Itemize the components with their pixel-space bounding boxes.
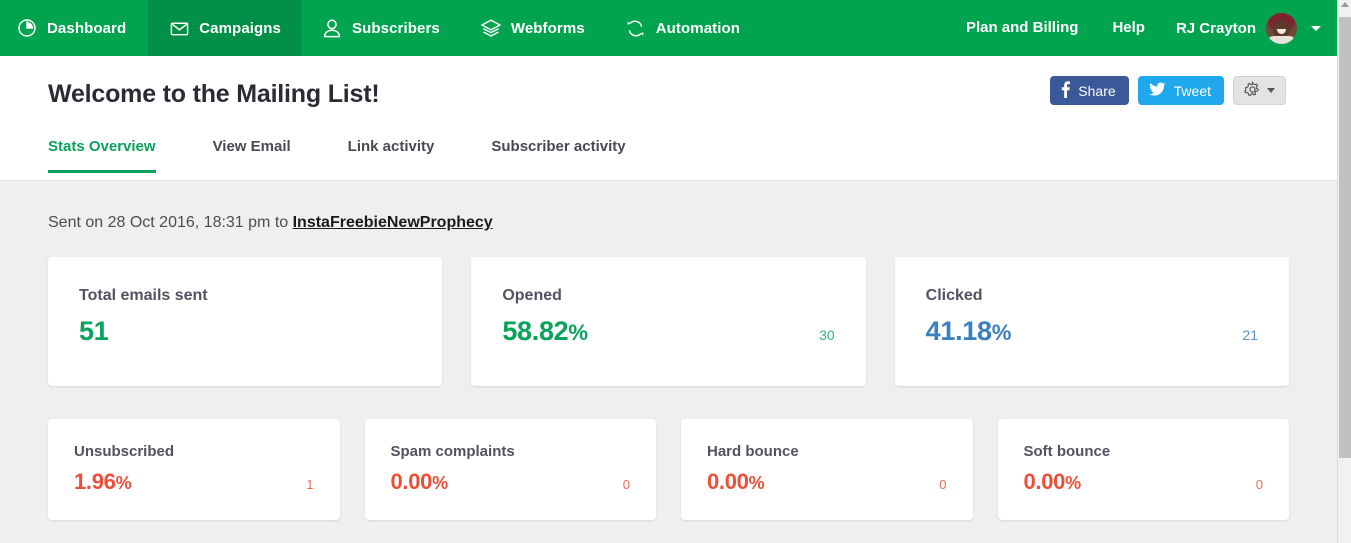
stat-value-row: 1.96% 1 — [74, 471, 314, 493]
nav-item-dashboard[interactable]: Dashboard — [0, 0, 148, 56]
primary-nav-group: Dashboard Campaigns Subscribers Webforms… — [0, 0, 760, 56]
tab-link-activity[interactable]: Link activity — [348, 128, 435, 173]
secondary-stats-row: Unsubscribed 1.96% 1 Spam complaints 0.0… — [48, 419, 1289, 520]
share-actions: Share Tweet — [1050, 76, 1286, 105]
page-viewport: Dashboard Campaigns Subscribers Webforms… — [0, 0, 1337, 543]
stat-number: 0.00 — [1023, 469, 1066, 494]
layers-icon — [480, 17, 502, 39]
stat-value: 51 — [79, 316, 109, 346]
stat-count: 1 — [306, 477, 314, 492]
stat-value-row: 0.00% 0 — [391, 471, 631, 493]
page-title: Welcome to the Mailing List! — [48, 80, 380, 108]
stat-number: 1.96 — [74, 469, 116, 494]
nav-label-campaigns: Campaigns — [199, 19, 282, 37]
stat-card-spam-complaints: Spam complaints 0.00% 0 — [364, 419, 656, 520]
stat-value-row: 41.18% 21 — [926, 318, 1258, 345]
nav-label-automation: Automation — [655, 19, 741, 37]
stat-percent-sign: % — [115, 473, 132, 493]
vertical-scroll-thumb[interactable] — [1339, 17, 1351, 458]
stat-number: 0.00 — [707, 469, 749, 494]
stat-card-clicked: Clicked 41.18% 21 — [894, 257, 1289, 386]
stat-percent-sign: % — [1065, 473, 1081, 493]
stat-percent-sign: % — [568, 320, 588, 345]
nav-label-dashboard: Dashboard — [47, 19, 127, 37]
tab-bar: Stats Overview View Email Link activity … — [48, 128, 683, 173]
stat-number: 0.00 — [390, 469, 433, 494]
mailing-list-link[interactable]: InstaFreebieNewProphecy — [293, 214, 493, 231]
stat-card-total-emails-sent: Total emails sent 51 — [48, 257, 443, 386]
twitter-tweet-button[interactable]: Tweet — [1137, 76, 1224, 105]
stat-card-hard-bounce: Hard bounce 0.00% 0 — [681, 419, 973, 520]
tab-subscriber-activity[interactable]: Subscriber activity — [491, 128, 625, 173]
facebook-share-button[interactable]: Share — [1050, 76, 1129, 105]
stat-number: 51 — [79, 316, 109, 346]
sent-info-line: Sent on 28 Oct 2016, 18:31 pm to InstaFr… — [48, 181, 1289, 232]
vertical-scrollbar[interactable] — [1337, 0, 1351, 543]
stat-value: 58.82% — [502, 316, 588, 346]
envelope-icon — [168, 17, 190, 39]
facebook-icon — [1061, 80, 1071, 101]
twitter-icon — [1148, 82, 1166, 99]
stat-count: 30 — [819, 327, 835, 343]
stat-value-row: 0.00% 0 — [707, 471, 947, 493]
stat-card-unsubscribed: Unsubscribed 1.96% 1 — [48, 419, 340, 520]
stat-number: 58.82 — [502, 316, 569, 346]
stat-label: Clicked — [925, 287, 983, 304]
stat-label: Soft bounce — [1023, 443, 1111, 460]
chevron-down-icon[interactable] — [1311, 25, 1321, 31]
stat-number: 41.18 — [925, 316, 992, 346]
twitter-tweet-label: Tweet — [1173, 82, 1211, 99]
stat-percent-sign: % — [432, 473, 448, 493]
facebook-share-label: Share — [1078, 82, 1116, 99]
stat-percent-sign: % — [991, 320, 1012, 345]
stat-count: 0 — [622, 477, 630, 492]
primary-stats-row: Total emails sent 51 Opened 58.82% 30 Cl… — [48, 257, 1289, 386]
tab-stats-overview[interactable]: Stats Overview — [48, 128, 156, 173]
stat-count: 0 — [1255, 477, 1263, 492]
stat-card-soft-bounce: Soft bounce 0.00% 0 — [997, 419, 1289, 520]
stat-value: 41.18% — [925, 316, 1012, 346]
secondary-nav-group: Plan and Billing Help RJ Crayton — [949, 0, 1337, 56]
nav-item-help[interactable]: Help — [1095, 0, 1162, 56]
nav-item-campaigns[interactable]: Campaigns — [148, 0, 302, 56]
caret-down-icon — [1267, 88, 1275, 93]
stat-label: Opened — [502, 287, 562, 304]
stat-percent-sign: % — [748, 473, 765, 493]
stat-label: Unsubscribed — [74, 443, 175, 460]
stat-value: 0.00% — [390, 469, 449, 494]
tab-view-email[interactable]: View Email — [213, 128, 291, 173]
stat-label: Spam complaints — [390, 443, 515, 460]
nav-item-automation[interactable]: Automation — [605, 0, 760, 56]
stat-value: 0.00% — [1023, 469, 1082, 494]
stat-card-opened: Opened 58.82% 30 — [471, 257, 866, 386]
main-content: Sent on 28 Oct 2016, 18:31 pm to InstaFr… — [0, 181, 1337, 520]
gear-icon — [1243, 80, 1261, 101]
pie-clock-icon — [16, 17, 38, 39]
nav-item-webforms[interactable]: Webforms — [460, 0, 605, 56]
stat-value-row: 51 — [79, 318, 411, 345]
stat-value: 0.00% — [707, 469, 765, 494]
stat-label: Hard bounce — [707, 443, 799, 460]
nav-label-subscribers: Subscribers — [352, 19, 440, 37]
stat-value-row: 58.82% 30 — [502, 318, 834, 345]
scroll-up-arrow-icon[interactable] — [1341, 2, 1349, 7]
stat-count: 21 — [1242, 327, 1258, 343]
stat-value-row: 0.00% 0 — [1024, 471, 1264, 493]
nav-item-plan-and-billing[interactable]: Plan and Billing — [949, 0, 1096, 56]
nav-item-subscribers[interactable]: Subscribers — [301, 0, 460, 56]
sync-icon — [625, 17, 647, 39]
settings-dropdown-button[interactable] — [1233, 76, 1286, 105]
stat-count: 0 — [939, 477, 947, 492]
top-navigation-bar: Dashboard Campaigns Subscribers Webforms… — [0, 0, 1337, 56]
sent-info-prefix: Sent on 28 Oct 2016, 18:31 pm to — [48, 214, 293, 231]
user-menu[interactable]: RJ Crayton — [1162, 12, 1327, 44]
nav-label-webforms: Webforms — [510, 19, 585, 37]
stat-value: 1.96% — [74, 469, 132, 494]
app-window: Dashboard Campaigns Subscribers Webforms… — [0, 0, 1351, 543]
avatar — [1266, 12, 1297, 44]
stat-label: Total emails sent — [79, 287, 208, 304]
page-header: Welcome to the Mailing List! Share Tweet — [0, 56, 1337, 181]
user-name-label: RJ Crayton — [1175, 19, 1256, 37]
user-icon — [321, 17, 343, 39]
